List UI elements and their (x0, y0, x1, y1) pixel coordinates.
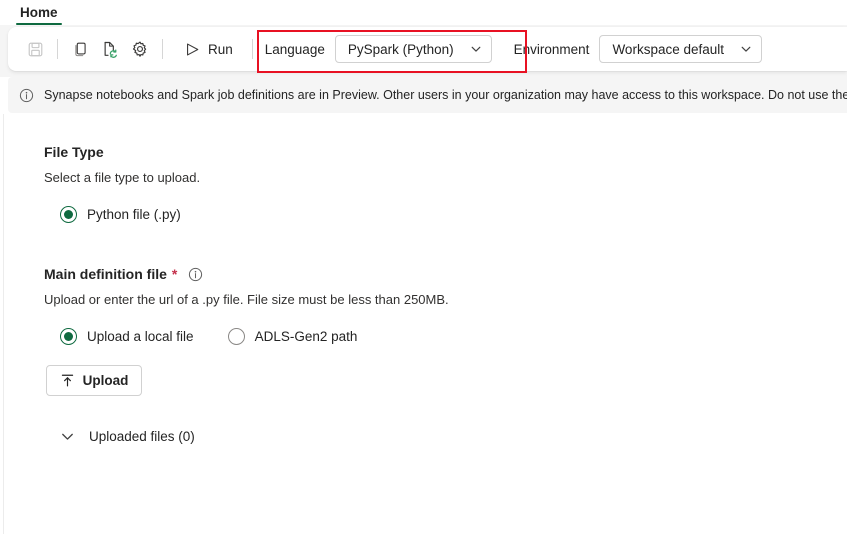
environment-label: Environment (513, 41, 590, 57)
upload-arrow-icon (61, 374, 73, 387)
settings-button[interactable] (125, 34, 155, 64)
file-type-section: File Type Select a file type to upload. … (44, 144, 847, 223)
upload-button-label: Upload (82, 373, 129, 388)
file-type-description: Select a file type to upload. (44, 170, 201, 185)
save-button[interactable] (20, 34, 50, 64)
language-label: Language (264, 41, 325, 57)
ribbon-tabstrip: Home (0, 0, 847, 25)
toolbar-separator (57, 39, 58, 59)
radio-option-label: Python file (.py) (87, 207, 181, 222)
file-type-title-label: File Type (44, 144, 104, 160)
environment-field: Environment Workspace default (514, 35, 762, 63)
refresh-definition-button[interactable] (95, 34, 125, 64)
chevron-down-icon (470, 43, 482, 55)
environment-dropdown[interactable]: Workspace default (599, 35, 762, 63)
preview-banner-text: Synapse notebooks and Spark job definiti… (44, 88, 847, 102)
radio-option-upload-local-file[interactable]: Upload a local file (60, 328, 194, 345)
copy-button[interactable] (65, 34, 95, 64)
uploaded-files-toggle[interactable]: Uploaded files (0) (44, 429, 847, 444)
toolbar-separator (251, 39, 253, 59)
radio-icon (60, 328, 77, 345)
tab-home-label: Home (20, 5, 58, 20)
preview-banner: Synapse notebooks and Spark job definiti… (8, 77, 847, 113)
run-button-label: Run (208, 41, 233, 57)
radio-option-adls-gen2-path[interactable]: ADLS-Gen2 path (227, 328, 358, 345)
save-icon (28, 42, 42, 56)
radio-icon (60, 206, 77, 223)
radio-icon (227, 328, 245, 345)
chevron-down-icon (60, 429, 75, 444)
main-definition-file-description: Upload or enter the url of a .py file. F… (44, 292, 449, 307)
toolbar-band: Run Language PySpark (Python) Environmen… (0, 25, 847, 77)
info-icon[interactable] (188, 267, 203, 282)
language-field: Language PySpark (Python) (265, 35, 492, 63)
document-refresh-icon (104, 41, 117, 58)
main-definition-file-section: Main definition file * Upload or enter t… (44, 266, 847, 444)
tab-home[interactable]: Home (14, 5, 64, 25)
main-definition-file-radio-group: Upload a local file ADLS-Gen2 path (44, 328, 847, 345)
file-type-title: File Type (44, 144, 847, 160)
required-asterisk: * (171, 266, 178, 282)
info-icon (19, 88, 34, 103)
main-content: File Type Select a file type to upload. … (3, 114, 847, 534)
radio-option-label: Upload a local file (87, 329, 194, 344)
radio-option-label: ADLS-Gen2 path (254, 329, 358, 344)
gear-icon (132, 41, 147, 57)
play-icon (187, 43, 199, 55)
run-button[interactable]: Run (174, 34, 243, 64)
main-definition-file-title: Main definition file * (44, 266, 847, 282)
copy-icon (74, 42, 86, 56)
chevron-down-icon (740, 43, 752, 55)
toolbar-separator (162, 39, 163, 59)
file-type-radio-group: Python file (.py) (44, 206, 847, 223)
main-definition-file-title-label: Main definition file (44, 266, 167, 282)
uploaded-files-label: Uploaded files (0) (89, 429, 195, 444)
preview-banner-wrapper: Synapse notebooks and Spark job definiti… (0, 77, 847, 114)
upload-button[interactable]: Upload (46, 365, 142, 396)
environment-dropdown-value: Workspace default (612, 41, 724, 57)
radio-option-python-file[interactable]: Python file (.py) (60, 206, 181, 223)
language-dropdown-value: PySpark (Python) (347, 41, 454, 57)
language-dropdown[interactable]: PySpark (Python) (334, 35, 492, 63)
toolbar: Run Language PySpark (Python) Environmen… (8, 27, 847, 73)
